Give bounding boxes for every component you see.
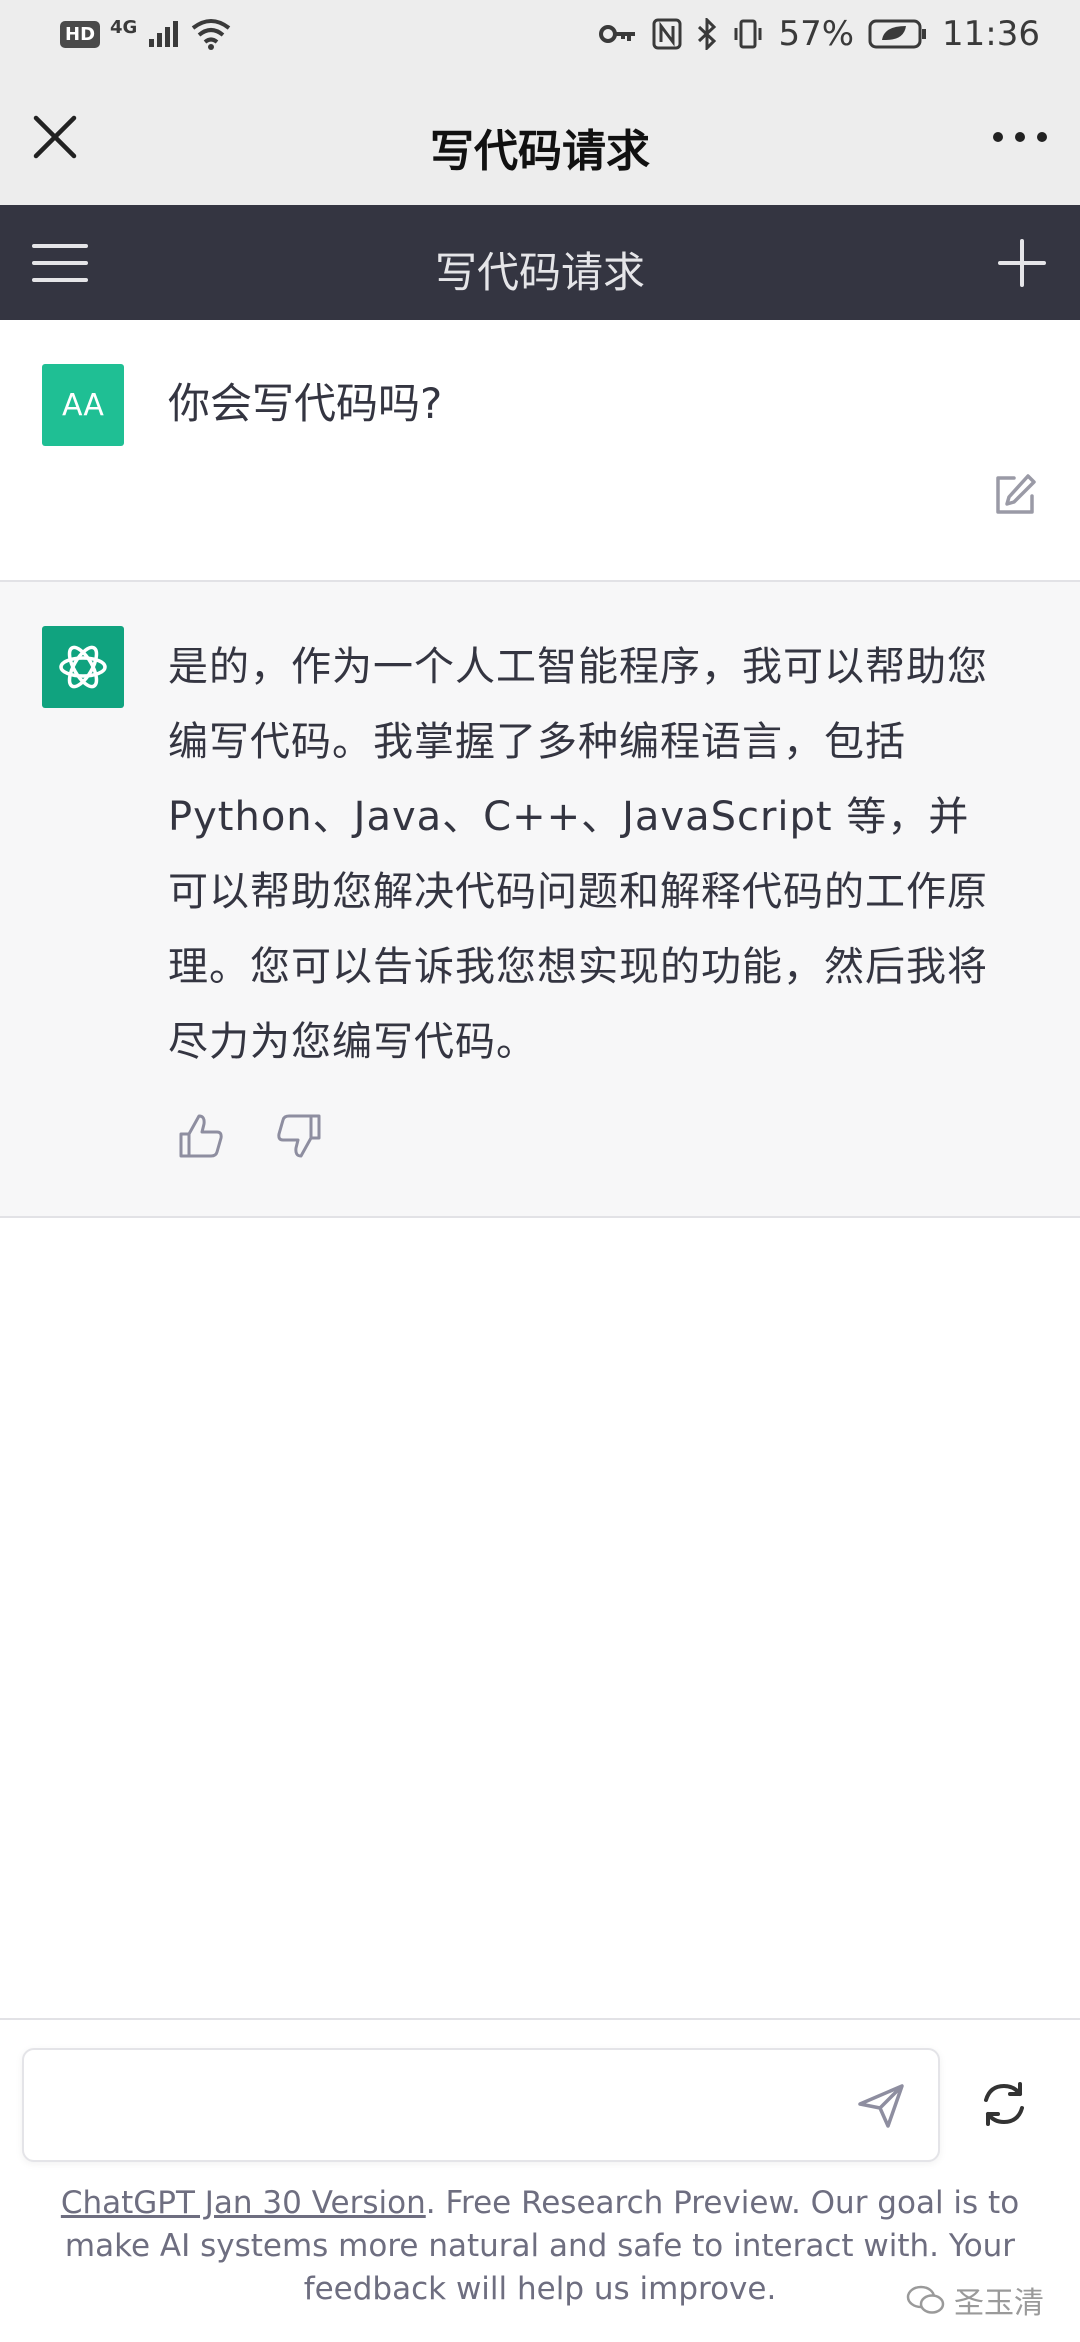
network-label: 4G	[110, 16, 138, 38]
nfc-icon	[652, 18, 682, 50]
wechat-icon	[906, 2285, 945, 2314]
edit-icon[interactable]	[990, 470, 1040, 520]
thumbs-up-icon[interactable]	[175, 1110, 227, 1162]
battery-percent: 57%	[778, 14, 855, 54]
status-bar: HD 4G 57% 11:36	[0, 0, 1080, 75]
watermark: 圣玉清	[906, 2278, 1044, 2322]
conversation-title: 写代码请求	[434, 248, 645, 297]
hd-badge: HD	[60, 20, 101, 48]
openai-logo-icon	[59, 645, 107, 689]
user-message: AA 你会写代码吗?	[0, 320, 1080, 582]
clock: 11:36	[942, 14, 1040, 54]
battery-icon	[868, 19, 927, 49]
page-title: 写代码请求	[430, 126, 650, 177]
send-icon[interactable]	[854, 2078, 908, 2132]
regenerate-icon[interactable]	[976, 2076, 1032, 2132]
assistant-message: 是的，作为一个人工智能程序，我可以帮助您编写代码。我掌握了多种编程语言，包括 P…	[0, 582, 1080, 1218]
user-message-text: 你会写代码吗?	[168, 379, 443, 428]
message-input[interactable]	[22, 2048, 940, 2162]
new-chat-plus-icon[interactable]	[994, 235, 1050, 291]
more-options-icon[interactable]	[990, 112, 1050, 162]
chat-nav-bar: 写代码请求	[0, 205, 1080, 320]
wifi-icon	[192, 19, 231, 50]
assistant-message-text: 是的，作为一个人工智能程序，我可以帮助您编写代码。我掌握了多种编程语言，包括 P…	[168, 644, 988, 1065]
footer-disclaimer: ChatGPT Jan 30 Version. Free Research Pr…	[30, 2182, 1050, 2311]
assistant-avatar	[42, 626, 124, 708]
watermark-text: 圣玉清	[954, 2286, 1044, 2321]
signal-icon	[149, 21, 179, 47]
app-top-bar: 写代码请求	[0, 75, 1080, 205]
composer-area: ChatGPT Jan 30 Version. Free Research Pr…	[0, 2018, 1080, 2342]
vibrate-icon	[734, 19, 762, 49]
user-avatar: AA	[42, 364, 124, 446]
bluetooth-icon	[698, 18, 717, 50]
key-icon	[599, 25, 636, 43]
thumbs-down-icon[interactable]	[273, 1110, 325, 1162]
version-link[interactable]: ChatGPT Jan 30 Version	[61, 2185, 426, 2221]
